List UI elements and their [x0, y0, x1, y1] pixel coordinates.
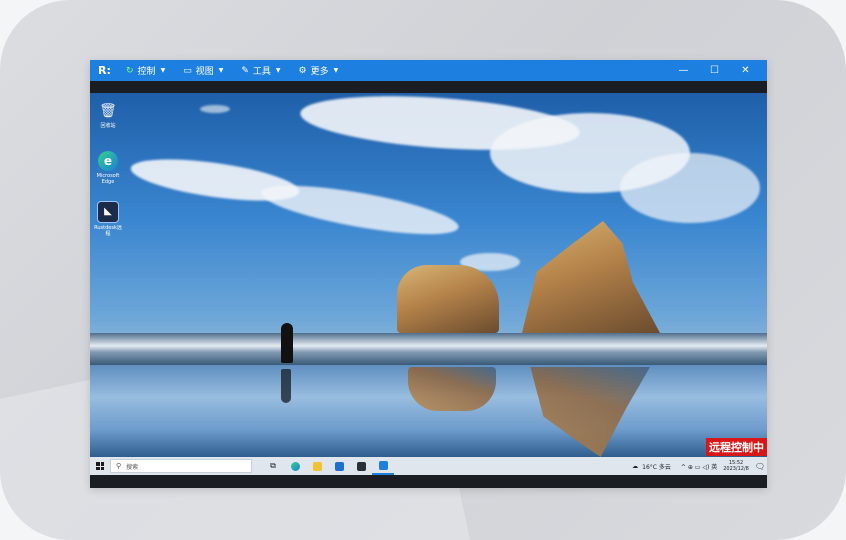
- task-view-button[interactable]: ⧉: [262, 457, 284, 475]
- menu-view-label: 视图: [195, 67, 214, 77]
- taskbar-mail[interactable]: [328, 457, 350, 475]
- desktop-icon-label: 回收站: [100, 123, 116, 129]
- taskbar-store[interactable]: [350, 457, 372, 475]
- menu-control-label: 控制: [137, 67, 156, 77]
- menu-view[interactable]: ▭ 视图 ▼: [183, 64, 224, 78]
- device-frame: R: ↻ 控制 ▼ ▭ 视图 ▼ ✎ 工具 ▼ ⚙ 更多 ▼ — ☐ ✕ 🗑 回…: [0, 0, 846, 540]
- desktop-icon-label: Microsoft Edge: [96, 173, 120, 185]
- store-icon: [356, 461, 366, 471]
- refresh-icon: ↻: [126, 65, 134, 76]
- mail-icon: [334, 461, 344, 471]
- gear-icon: ⚙: [298, 65, 307, 76]
- minimize-button[interactable]: —: [668, 65, 699, 76]
- desktop-icon-edge[interactable]: e Microsoft Edge: [94, 151, 122, 185]
- menu-control[interactable]: ↻ 控制 ▼: [126, 64, 166, 78]
- start-button[interactable]: [90, 457, 110, 475]
- sea-waves: [90, 333, 767, 365]
- clock-date: 2023/12/8: [723, 466, 749, 472]
- windows-logo-icon: [96, 462, 104, 470]
- cloud: [620, 153, 760, 223]
- remote-bottom-border: [90, 475, 767, 488]
- system-tray: ☁ 16°C 多云 ^ ⊕ ▭ ◁) 英 15:52 2023/12/8 🗨: [628, 457, 765, 475]
- search-icon: ⚲: [116, 462, 122, 470]
- windows-taskbar: ⚲ 搜索 ⧉ ☁ 16°C 多云 ^ ⊕ ▭ ◁) 英 15:52 2023/1…: [90, 457, 767, 475]
- weather-icon: ☁: [632, 462, 639, 470]
- monitor-icon: ▭: [183, 65, 192, 76]
- chevron-down-icon: ▼: [333, 67, 339, 74]
- edge-icon: e: [98, 151, 118, 171]
- titlebar: R: ↻ 控制 ▼ ▭ 视图 ▼ ✎ 工具 ▼ ⚙ 更多 ▼ — ☐ ✕: [90, 60, 767, 81]
- remote-window: R: ↻ 控制 ▼ ▭ 视图 ▼ ✎ 工具 ▼ ⚙ 更多 ▼ — ☐ ✕ 🗑 回…: [90, 60, 767, 488]
- menu-tools-label: 工具: [252, 67, 271, 77]
- tray-icons[interactable]: ^ ⊕ ▭ ◁) 英: [681, 462, 717, 471]
- search-placeholder: 搜索: [126, 463, 139, 471]
- recycle-bin-icon: 🗑: [99, 103, 117, 119]
- desktop-icon-label: Rustdesk远程: [94, 225, 122, 237]
- chevron-down-icon: ▼: [218, 67, 224, 74]
- app-logo: R:: [98, 64, 111, 77]
- menu-more-label: 更多: [310, 67, 329, 77]
- menu-tools[interactable]: ✎ 工具 ▼: [241, 64, 281, 78]
- runner-silhouette: [281, 323, 293, 363]
- rock-reflection: [408, 367, 496, 411]
- maximize-button[interactable]: ☐: [699, 65, 730, 76]
- remote-desktop[interactable]: 🗑 回收站 e Microsoft Edge ◣ Rustdesk远程 远程控制…: [90, 93, 767, 457]
- close-button[interactable]: ✕: [730, 65, 761, 76]
- chevron-down-icon: ▼: [275, 67, 281, 74]
- remote-app-icon: ◣: [97, 201, 119, 223]
- edge-icon: [290, 461, 300, 471]
- sea-arch-rock: [522, 221, 660, 333]
- remote-control-status-badge: 远程控制中: [706, 438, 767, 456]
- notification-icon[interactable]: 🗨: [755, 462, 765, 471]
- task-view-icon: ⧉: [270, 461, 276, 470]
- cloud: [258, 175, 462, 245]
- desktop-icon-remote-app[interactable]: ◣ Rustdesk远程: [94, 201, 122, 237]
- weather-text[interactable]: 16°C 多云: [642, 462, 671, 471]
- sea-arch-rock: [397, 265, 499, 333]
- runner-reflection: [281, 369, 291, 403]
- menu-more[interactable]: ⚙ 更多 ▼: [298, 64, 339, 78]
- remote-top-border: [90, 81, 767, 93]
- remote-app-icon: [378, 460, 388, 470]
- taskbar-apps: ⧉: [262, 457, 394, 475]
- window-controls: — ☐ ✕: [668, 60, 761, 81]
- taskbar-remote-app[interactable]: [372, 457, 394, 475]
- cloud: [200, 105, 230, 113]
- folder-icon: [312, 461, 322, 471]
- taskbar-search-box[interactable]: ⚲ 搜索: [110, 459, 252, 473]
- taskbar-edge[interactable]: [284, 457, 306, 475]
- taskbar-file-explorer[interactable]: [306, 457, 328, 475]
- desktop-icon-recycle-bin[interactable]: 🗑 回收站: [94, 101, 122, 129]
- taskbar-clock[interactable]: 15:52 2023/12/8: [723, 460, 749, 472]
- chevron-down-icon: ▼: [160, 67, 166, 74]
- wrench-icon: ✎: [241, 65, 249, 76]
- toolbar-menu: ↻ 控制 ▼ ▭ 视图 ▼ ✎ 工具 ▼ ⚙ 更多 ▼: [126, 64, 356, 78]
